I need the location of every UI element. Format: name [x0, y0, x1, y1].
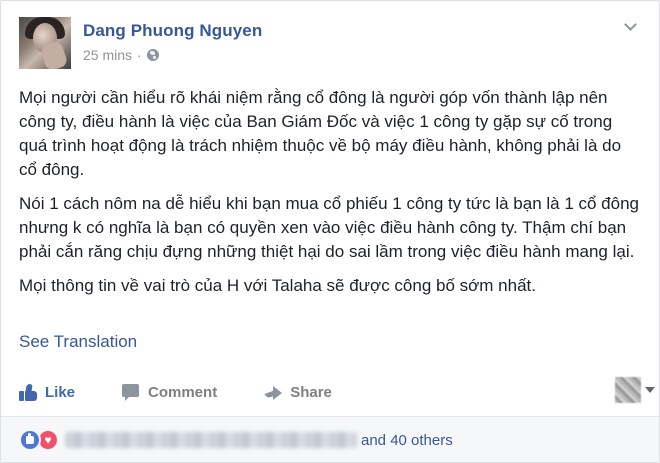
- post-paragraph: Mọi thông tin về vai trò của H với Talah…: [19, 276, 536, 295]
- author-name[interactable]: Dang Phuong Nguyen: [83, 21, 262, 41]
- post-header: Dang Phuong Nguyen 25 mins ·: [19, 17, 641, 73]
- comment-icon: [122, 383, 140, 401]
- share-button[interactable]: Share: [264, 384, 332, 401]
- commenter-avatar-blurred: [615, 377, 641, 403]
- post-timestamp[interactable]: 25 mins: [83, 47, 132, 63]
- meta-separator: ·: [137, 47, 142, 63]
- comment-label: Comment: [148, 383, 218, 401]
- see-translation-link[interactable]: See Translation: [19, 332, 137, 352]
- post-paragraph: Mọi người cần hiểu rõ khái niệm rằng cổ …: [19, 88, 622, 179]
- share-arrow-icon: [264, 384, 283, 401]
- globe-icon[interactable]: [146, 49, 159, 61]
- author-avatar[interactable]: [19, 17, 71, 69]
- like-button[interactable]: Like: [19, 383, 76, 401]
- thumbs-up-icon: [19, 383, 37, 401]
- post-meta: 25 mins ·: [83, 47, 159, 63]
- reactions-summary[interactable]: and 40 others: [19, 429, 453, 451]
- like-reaction-icon: [19, 429, 41, 451]
- post-paragraph: Nói 1 cách nôm na dễ hiểu khi bạn mua cổ…: [19, 194, 640, 261]
- like-label: Like: [45, 383, 76, 401]
- caret-down-icon: [645, 387, 655, 393]
- comment-button[interactable]: Comment: [122, 383, 218, 401]
- reactor-names-blurred[interactable]: [65, 432, 357, 448]
- share-label: Share: [290, 383, 332, 401]
- action-bar: Like Comment Share: [19, 379, 639, 405]
- post-body: Mọi người cần hiểu rõ khái niệm rằng cổ …: [19, 86, 639, 308]
- reaction-picker[interactable]: [615, 377, 655, 403]
- chevron-down-icon[interactable]: [623, 19, 637, 33]
- reaction-count-link[interactable]: and 40 others: [361, 432, 453, 449]
- post-card: Dang Phuong Nguyen 25 mins · Mọi người c…: [0, 0, 660, 463]
